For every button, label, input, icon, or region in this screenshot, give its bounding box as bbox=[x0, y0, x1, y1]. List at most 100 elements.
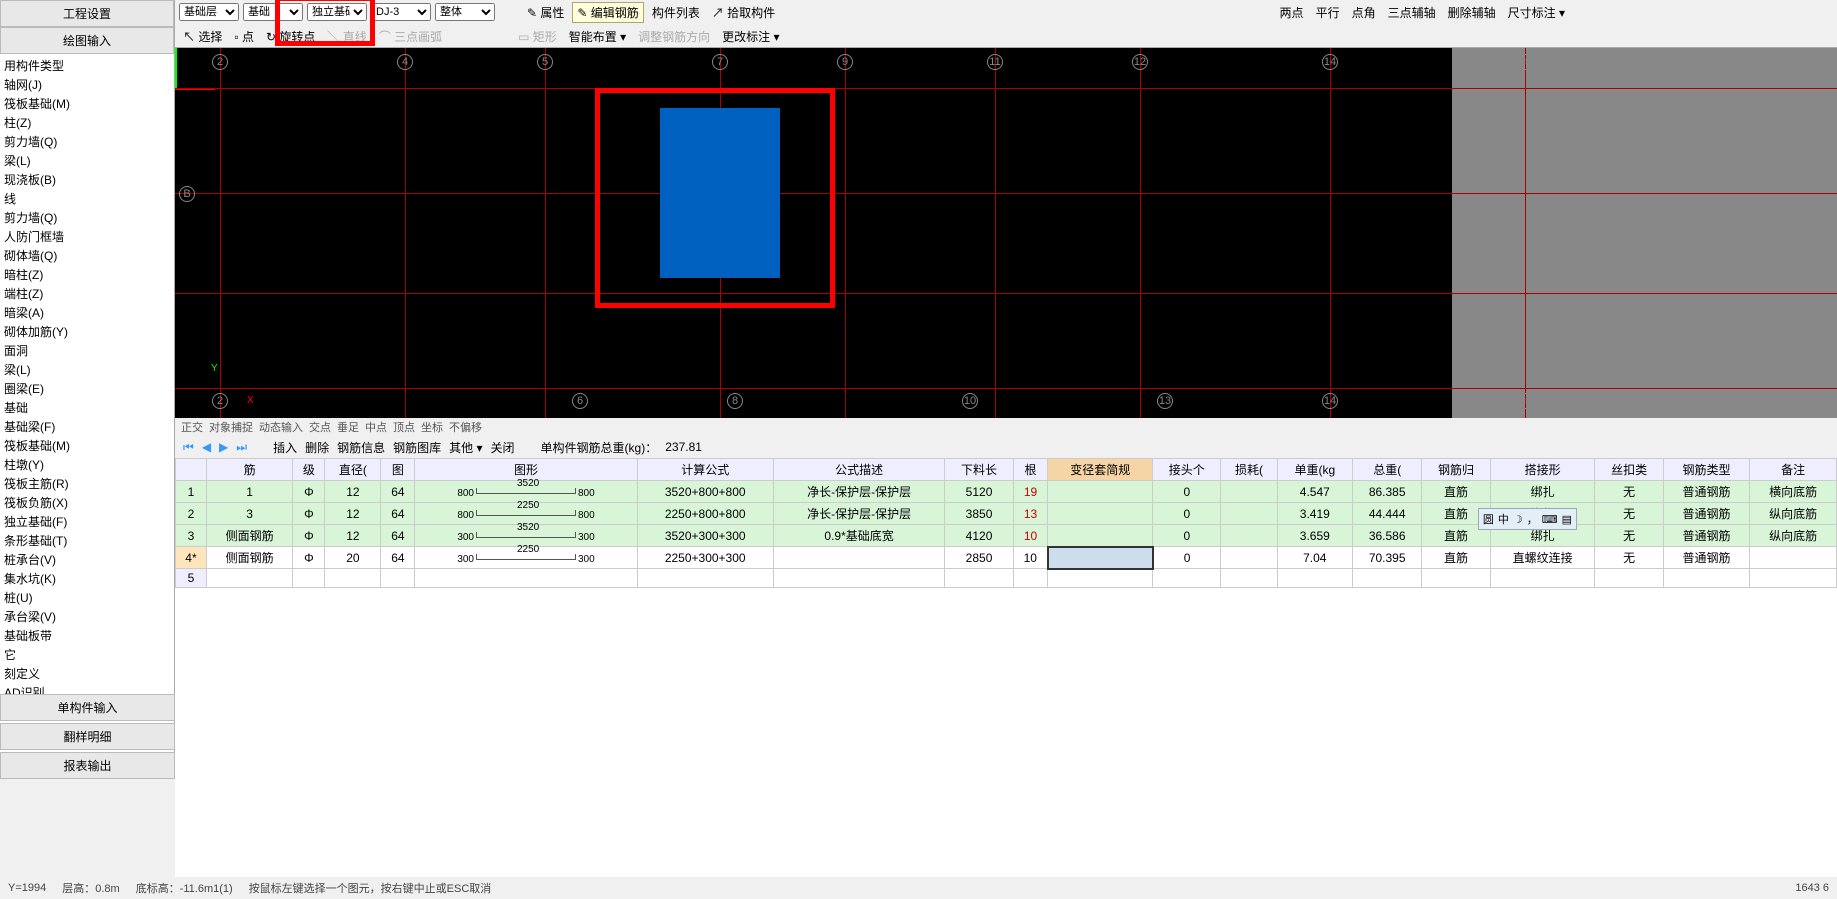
cell-gen[interactable]: 10 bbox=[1013, 547, 1048, 569]
cell-sh[interactable] bbox=[1221, 525, 1277, 547]
tree-item[interactable]: 柱(Z) bbox=[4, 113, 170, 132]
cell-desc[interactable]: 净长-保护层-保护层 bbox=[773, 503, 945, 525]
tree-item[interactable]: 柱墩(Y) bbox=[4, 455, 170, 474]
tree-item[interactable]: 剪力墙(Q) bbox=[4, 132, 170, 151]
section-detail-list[interactable]: 翻样明细 bbox=[0, 723, 175, 750]
btn-rebar-info[interactable]: 钢筋信息 bbox=[337, 439, 385, 456]
cell-bz[interactable]: 横向底筋 bbox=[1750, 481, 1837, 503]
row-header[interactable]: 2 bbox=[176, 503, 207, 525]
btn-arc[interactable]: ⌒ 三点画弧 bbox=[375, 27, 446, 46]
btn-select[interactable]: ↖ 选择 bbox=[179, 27, 226, 46]
tree-item[interactable]: 刻定义 bbox=[4, 664, 170, 683]
col-header[interactable]: 钢筋类型 bbox=[1663, 459, 1750, 481]
rebar-table[interactable]: 筋级直径(图图形计算公式公式描述下料长根变径套简规接头个损耗(单重(kg总重(钢… bbox=[175, 458, 1837, 588]
cell-type[interactable]: 普通钢筋 bbox=[1663, 525, 1750, 547]
cell-formula[interactable]: 3520+800+800 bbox=[637, 481, 773, 503]
btn-point[interactable]: ▫ 点 bbox=[230, 27, 258, 46]
nav-last-icon[interactable]: ⏭ bbox=[236, 440, 247, 455]
btn-two-point[interactable]: 两点 bbox=[1276, 3, 1308, 22]
cell-gen[interactable]: 10 bbox=[1013, 525, 1048, 547]
cell-sk[interactable]: 无 bbox=[1595, 525, 1663, 547]
cell-lvl[interactable]: Φ bbox=[293, 481, 325, 503]
btn-rebar-lib[interactable]: 钢筋图库 bbox=[393, 439, 441, 456]
snap-opt[interactable]: 垂足 bbox=[337, 419, 359, 435]
cell-dw[interactable]: 3.419 bbox=[1277, 503, 1352, 525]
tree-item[interactable]: 筏板主筋(R) bbox=[4, 474, 170, 493]
snap-opt[interactable]: 顶点 bbox=[393, 419, 415, 435]
cell-type[interactable]: 普通钢筋 bbox=[1663, 503, 1750, 525]
btn-parallel[interactable]: 平行 bbox=[1312, 3, 1344, 22]
tree-item[interactable]: 暗柱(Z) bbox=[4, 265, 170, 284]
btn-smart-layout[interactable]: 智能布置 ▾ bbox=[565, 27, 630, 46]
cell-tu[interactable]: 64 bbox=[381, 481, 415, 503]
ime-widget[interactable]: 圆 中 ☽ ， ⌨ ▤ bbox=[1478, 508, 1577, 530]
sel-category[interactable]: 基础 bbox=[243, 3, 303, 21]
tree-item[interactable]: 轴网(J) bbox=[4, 75, 170, 94]
tree-item[interactable]: 基础板带 bbox=[4, 626, 170, 645]
cell-bz[interactable]: 纵向底筋 bbox=[1750, 525, 1837, 547]
snap-options-bar[interactable]: 正交对象捕捉动态输入交点垂足中点顶点坐标不偏移 bbox=[175, 418, 1837, 436]
col-header[interactable]: 单重(kg bbox=[1277, 459, 1352, 481]
cell-desc[interactable]: 净长-保护层-保护层 bbox=[773, 481, 945, 503]
tree-item[interactable]: 条形基础(T) bbox=[4, 531, 170, 550]
selected-footing[interactable] bbox=[660, 108, 780, 278]
cell-tu[interactable]: 64 bbox=[381, 525, 415, 547]
cell-sk[interactable]: 无 bbox=[1595, 481, 1663, 503]
btn-delete[interactable]: 删除 bbox=[305, 439, 329, 456]
cell-cut[interactable]: 2850 bbox=[945, 547, 1013, 569]
tree-item[interactable]: 暗梁(A) bbox=[4, 303, 170, 322]
cell-sk[interactable]: 无 bbox=[1595, 547, 1663, 569]
btn-adjust-rebar-dir[interactable]: 调整钢筋方向 bbox=[634, 27, 714, 46]
col-header[interactable]: 备注 bbox=[1750, 459, 1837, 481]
cell-gen[interactable]: 19 bbox=[1013, 481, 1048, 503]
btn-dimension[interactable]: 尺寸标注 ▾ bbox=[1504, 3, 1569, 22]
col-header[interactable]: 筋 bbox=[206, 459, 293, 481]
col-header[interactable]: 丝扣类 bbox=[1595, 459, 1663, 481]
cell-jt[interactable]: 0 bbox=[1153, 547, 1221, 569]
tree-item[interactable]: 基础梁(F) bbox=[4, 417, 170, 436]
col-header[interactable]: 图 bbox=[381, 459, 415, 481]
snap-opt[interactable]: 正交 bbox=[181, 419, 203, 435]
row-header[interactable]: 5 bbox=[176, 569, 207, 588]
cell-tu[interactable]: 64 bbox=[381, 547, 415, 569]
cell-dia[interactable]: 12 bbox=[325, 525, 381, 547]
snap-opt[interactable]: 交点 bbox=[309, 419, 331, 435]
cell-type[interactable]: 普通钢筋 bbox=[1663, 481, 1750, 503]
cell-bz[interactable] bbox=[1750, 547, 1837, 569]
btn-rect[interactable]: ▭ 矩形 bbox=[514, 27, 561, 46]
sel-member[interactable]: DJ-3 bbox=[371, 3, 431, 21]
cell-jt[interactable]: 0 bbox=[1153, 481, 1221, 503]
cell-desc[interactable]: 0.9*基础底宽 bbox=[773, 525, 945, 547]
cell-cut[interactable]: 5120 bbox=[945, 481, 1013, 503]
cell-bgt[interactable] bbox=[1048, 481, 1153, 503]
tree-item[interactable]: 承台梁(V) bbox=[4, 607, 170, 626]
tree-item[interactable]: 圈梁(E) bbox=[4, 379, 170, 398]
btn-close[interactable]: 关闭 bbox=[491, 439, 515, 456]
cell-dia[interactable]: 20 bbox=[325, 547, 381, 569]
col-header[interactable]: 计算公式 bbox=[637, 459, 773, 481]
cell-jin[interactable]: 3 bbox=[206, 503, 293, 525]
tree-item[interactable]: 用构件类型 bbox=[4, 56, 170, 75]
cell-bgt[interactable] bbox=[1048, 525, 1153, 547]
tree-item[interactable]: 桩(U) bbox=[4, 588, 170, 607]
nav-next-icon[interactable]: ▶ bbox=[219, 440, 228, 454]
snap-opt[interactable]: 不偏移 bbox=[449, 419, 482, 435]
col-header[interactable]: 根 bbox=[1013, 459, 1048, 481]
col-header[interactable]: 公式描述 bbox=[773, 459, 945, 481]
section-draw-input[interactable]: 绘图输入 bbox=[0, 27, 174, 54]
cell-jt[interactable]: 0 bbox=[1153, 503, 1221, 525]
tree-item[interactable]: 筏板基础(M) bbox=[4, 436, 170, 455]
cell-sh[interactable] bbox=[1221, 503, 1277, 525]
row-header[interactable]: 3 bbox=[176, 525, 207, 547]
cell-dia[interactable]: 12 bbox=[325, 481, 381, 503]
col-header[interactable]: 下料长 bbox=[945, 459, 1013, 481]
sel-floor[interactable]: 基础层 bbox=[179, 3, 239, 21]
cell-formula[interactable]: 2250+800+800 bbox=[637, 503, 773, 525]
col-header[interactable]: 接头个 bbox=[1153, 459, 1221, 481]
tree-item[interactable]: 现浇板(B) bbox=[4, 170, 170, 189]
btn-other[interactable]: 其他 ▾ bbox=[449, 439, 482, 456]
cell-bgt[interactable] bbox=[1048, 503, 1153, 525]
canvas[interactable]: 245791112141526810131415B Y X bbox=[175, 48, 1837, 418]
tree-item[interactable]: 面洞 bbox=[4, 341, 170, 360]
tree-item[interactable]: 它 bbox=[4, 645, 170, 664]
